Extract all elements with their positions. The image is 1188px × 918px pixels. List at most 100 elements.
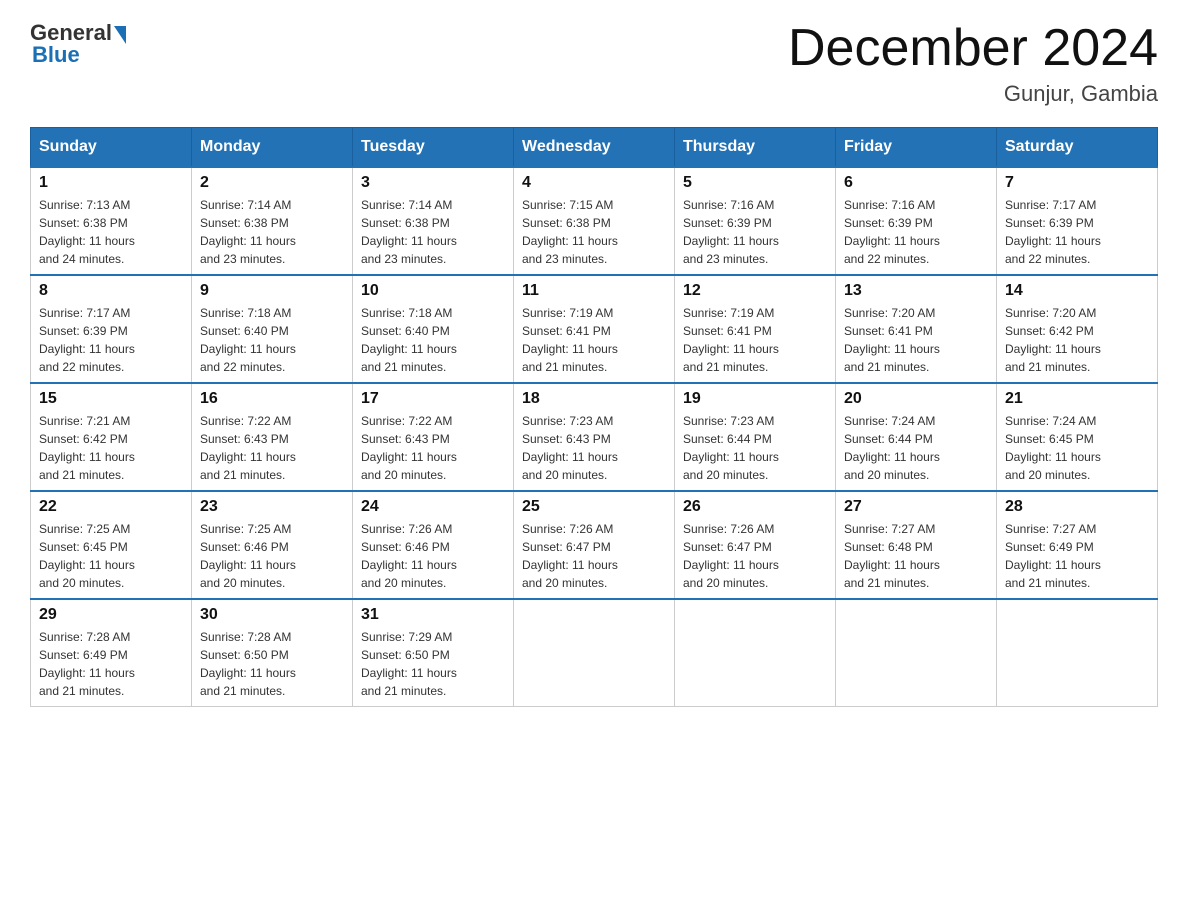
calendar-week-row: 15 Sunrise: 7:21 AMSunset: 6:42 PMDaylig… (31, 383, 1158, 491)
day-info: Sunrise: 7:18 AMSunset: 6:40 PMDaylight:… (200, 306, 296, 374)
day-info: Sunrise: 7:23 AMSunset: 6:43 PMDaylight:… (522, 414, 618, 482)
logo-blue-text: Blue (30, 42, 80, 68)
calendar-week-row: 8 Sunrise: 7:17 AMSunset: 6:39 PMDayligh… (31, 275, 1158, 383)
calendar-day-cell: 20 Sunrise: 7:24 AMSunset: 6:44 PMDaylig… (836, 383, 997, 491)
calendar-day-cell: 18 Sunrise: 7:23 AMSunset: 6:43 PMDaylig… (514, 383, 675, 491)
day-info: Sunrise: 7:19 AMSunset: 6:41 PMDaylight:… (522, 306, 618, 374)
calendar-day-cell: 23 Sunrise: 7:25 AMSunset: 6:46 PMDaylig… (192, 491, 353, 599)
calendar-day-cell: 31 Sunrise: 7:29 AMSunset: 6:50 PMDaylig… (353, 599, 514, 707)
day-number: 16 (200, 390, 344, 408)
day-number: 4 (522, 174, 666, 192)
day-info: Sunrise: 7:29 AMSunset: 6:50 PMDaylight:… (361, 630, 457, 698)
day-number: 5 (683, 174, 827, 192)
calendar-day-cell: 15 Sunrise: 7:21 AMSunset: 6:42 PMDaylig… (31, 383, 192, 491)
calendar-day-cell: 17 Sunrise: 7:22 AMSunset: 6:43 PMDaylig… (353, 383, 514, 491)
day-info: Sunrise: 7:16 AMSunset: 6:39 PMDaylight:… (683, 198, 779, 266)
day-number: 8 (39, 282, 183, 300)
calendar-day-cell (836, 599, 997, 707)
day-number: 15 (39, 390, 183, 408)
day-info: Sunrise: 7:26 AMSunset: 6:46 PMDaylight:… (361, 522, 457, 590)
calendar-header-cell: Sunday (31, 128, 192, 168)
logo: General Blue (30, 20, 128, 68)
calendar-week-row: 29 Sunrise: 7:28 AMSunset: 6:49 PMDaylig… (31, 599, 1158, 707)
calendar-day-cell: 30 Sunrise: 7:28 AMSunset: 6:50 PMDaylig… (192, 599, 353, 707)
calendar-day-cell: 16 Sunrise: 7:22 AMSunset: 6:43 PMDaylig… (192, 383, 353, 491)
day-info: Sunrise: 7:18 AMSunset: 6:40 PMDaylight:… (361, 306, 457, 374)
day-number: 18 (522, 390, 666, 408)
day-info: Sunrise: 7:15 AMSunset: 6:38 PMDaylight:… (522, 198, 618, 266)
day-number: 7 (1005, 174, 1149, 192)
calendar-day-cell: 19 Sunrise: 7:23 AMSunset: 6:44 PMDaylig… (675, 383, 836, 491)
title-block: December 2024 Gunjur, Gambia (788, 20, 1158, 107)
day-number: 25 (522, 498, 666, 516)
day-info: Sunrise: 7:26 AMSunset: 6:47 PMDaylight:… (683, 522, 779, 590)
day-number: 27 (844, 498, 988, 516)
page-header: General Blue December 2024 Gunjur, Gambi… (30, 20, 1158, 107)
day-info: Sunrise: 7:26 AMSunset: 6:47 PMDaylight:… (522, 522, 618, 590)
day-info: Sunrise: 7:21 AMSunset: 6:42 PMDaylight:… (39, 414, 135, 482)
calendar-day-cell (514, 599, 675, 707)
day-number: 12 (683, 282, 827, 300)
calendar-day-cell: 24 Sunrise: 7:26 AMSunset: 6:46 PMDaylig… (353, 491, 514, 599)
day-number: 13 (844, 282, 988, 300)
calendar-day-cell: 28 Sunrise: 7:27 AMSunset: 6:49 PMDaylig… (997, 491, 1158, 599)
calendar-day-cell: 3 Sunrise: 7:14 AMSunset: 6:38 PMDayligh… (353, 167, 514, 275)
calendar-day-cell: 1 Sunrise: 7:13 AMSunset: 6:38 PMDayligh… (31, 167, 192, 275)
calendar-day-cell: 25 Sunrise: 7:26 AMSunset: 6:47 PMDaylig… (514, 491, 675, 599)
day-number: 26 (683, 498, 827, 516)
calendar-day-cell: 9 Sunrise: 7:18 AMSunset: 6:40 PMDayligh… (192, 275, 353, 383)
day-info: Sunrise: 7:13 AMSunset: 6:38 PMDaylight:… (39, 198, 135, 266)
day-number: 31 (361, 606, 505, 624)
calendar-header-cell: Friday (836, 128, 997, 168)
calendar-day-cell: 29 Sunrise: 7:28 AMSunset: 6:49 PMDaylig… (31, 599, 192, 707)
day-number: 3 (361, 174, 505, 192)
calendar-day-cell (997, 599, 1158, 707)
day-info: Sunrise: 7:25 AMSunset: 6:45 PMDaylight:… (39, 522, 135, 590)
day-number: 24 (361, 498, 505, 516)
calendar-day-cell: 10 Sunrise: 7:18 AMSunset: 6:40 PMDaylig… (353, 275, 514, 383)
day-number: 29 (39, 606, 183, 624)
day-info: Sunrise: 7:23 AMSunset: 6:44 PMDaylight:… (683, 414, 779, 482)
day-info: Sunrise: 7:14 AMSunset: 6:38 PMDaylight:… (200, 198, 296, 266)
calendar-day-cell: 2 Sunrise: 7:14 AMSunset: 6:38 PMDayligh… (192, 167, 353, 275)
calendar-table: SundayMondayTuesdayWednesdayThursdayFrid… (30, 127, 1158, 707)
day-info: Sunrise: 7:20 AMSunset: 6:42 PMDaylight:… (1005, 306, 1101, 374)
calendar-day-cell: 4 Sunrise: 7:15 AMSunset: 6:38 PMDayligh… (514, 167, 675, 275)
calendar-day-cell: 6 Sunrise: 7:16 AMSunset: 6:39 PMDayligh… (836, 167, 997, 275)
calendar-day-cell: 8 Sunrise: 7:17 AMSunset: 6:39 PMDayligh… (31, 275, 192, 383)
subtitle: Gunjur, Gambia (788, 81, 1158, 107)
day-info: Sunrise: 7:16 AMSunset: 6:39 PMDaylight:… (844, 198, 940, 266)
day-number: 6 (844, 174, 988, 192)
day-number: 22 (39, 498, 183, 516)
day-number: 11 (522, 282, 666, 300)
calendar-header-cell: Tuesday (353, 128, 514, 168)
day-info: Sunrise: 7:22 AMSunset: 6:43 PMDaylight:… (200, 414, 296, 482)
day-number: 17 (361, 390, 505, 408)
day-number: 14 (1005, 282, 1149, 300)
day-number: 1 (39, 174, 183, 192)
calendar-day-cell: 7 Sunrise: 7:17 AMSunset: 6:39 PMDayligh… (997, 167, 1158, 275)
day-info: Sunrise: 7:28 AMSunset: 6:49 PMDaylight:… (39, 630, 135, 698)
calendar-header-cell: Thursday (675, 128, 836, 168)
day-info: Sunrise: 7:27 AMSunset: 6:48 PMDaylight:… (844, 522, 940, 590)
day-info: Sunrise: 7:27 AMSunset: 6:49 PMDaylight:… (1005, 522, 1101, 590)
day-info: Sunrise: 7:17 AMSunset: 6:39 PMDaylight:… (1005, 198, 1101, 266)
main-title: December 2024 (788, 20, 1158, 77)
day-number: 23 (200, 498, 344, 516)
day-number: 2 (200, 174, 344, 192)
day-number: 19 (683, 390, 827, 408)
calendar-day-cell: 14 Sunrise: 7:20 AMSunset: 6:42 PMDaylig… (997, 275, 1158, 383)
day-info: Sunrise: 7:24 AMSunset: 6:45 PMDaylight:… (1005, 414, 1101, 482)
day-number: 21 (1005, 390, 1149, 408)
calendar-day-cell: 12 Sunrise: 7:19 AMSunset: 6:41 PMDaylig… (675, 275, 836, 383)
calendar-day-cell: 13 Sunrise: 7:20 AMSunset: 6:41 PMDaylig… (836, 275, 997, 383)
day-number: 9 (200, 282, 344, 300)
day-info: Sunrise: 7:14 AMSunset: 6:38 PMDaylight:… (361, 198, 457, 266)
day-number: 30 (200, 606, 344, 624)
calendar-day-cell: 27 Sunrise: 7:27 AMSunset: 6:48 PMDaylig… (836, 491, 997, 599)
logo-arrow-icon (114, 26, 126, 44)
calendar-header-row: SundayMondayTuesdayWednesdayThursdayFrid… (31, 128, 1158, 168)
calendar-header-cell: Saturday (997, 128, 1158, 168)
day-info: Sunrise: 7:25 AMSunset: 6:46 PMDaylight:… (200, 522, 296, 590)
day-info: Sunrise: 7:17 AMSunset: 6:39 PMDaylight:… (39, 306, 135, 374)
